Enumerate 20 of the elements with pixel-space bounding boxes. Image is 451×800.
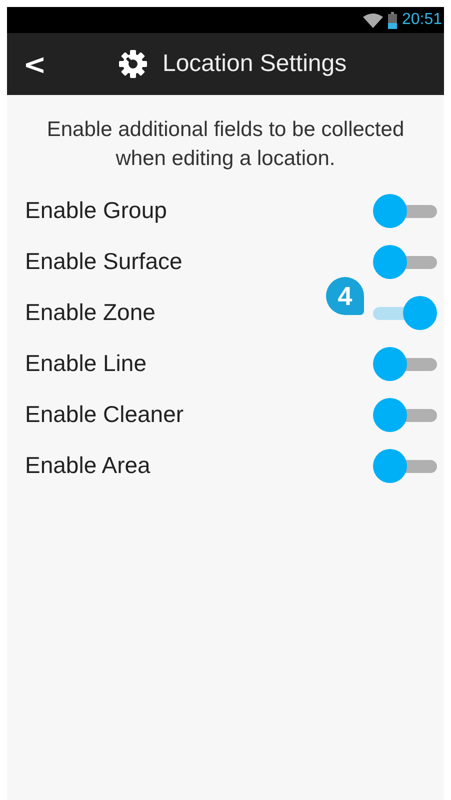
toggle-switch[interactable]: [373, 244, 437, 278]
toggle-switch[interactable]: [373, 448, 437, 482]
toggle-switch[interactable]: [373, 296, 437, 330]
gear-wrench-icon: [118, 49, 148, 79]
toggle-switch[interactable]: [373, 194, 437, 228]
status-time: 20:51: [402, 11, 442, 29]
setting-label: Enable Area: [25, 452, 150, 479]
wifi-icon: [362, 12, 383, 28]
setting-label: Enable Surface: [25, 248, 182, 275]
setting-label: Enable Zone: [25, 299, 156, 326]
setting-label: Enable Cleaner: [25, 401, 184, 428]
toggle-switch[interactable]: [373, 346, 437, 380]
toggle-switch[interactable]: [373, 398, 437, 432]
setting-label: Enable Group: [25, 197, 167, 224]
intro-text: Enable additional fields to be collected when editing a location.: [46, 117, 406, 172]
back-button[interactable]: <: [13, 48, 56, 80]
setting-label: Enable Line: [25, 350, 146, 377]
screen-title: Location Settings: [162, 50, 347, 78]
callout-badge: 4: [326, 277, 364, 315]
battery-icon: [388, 12, 397, 28]
